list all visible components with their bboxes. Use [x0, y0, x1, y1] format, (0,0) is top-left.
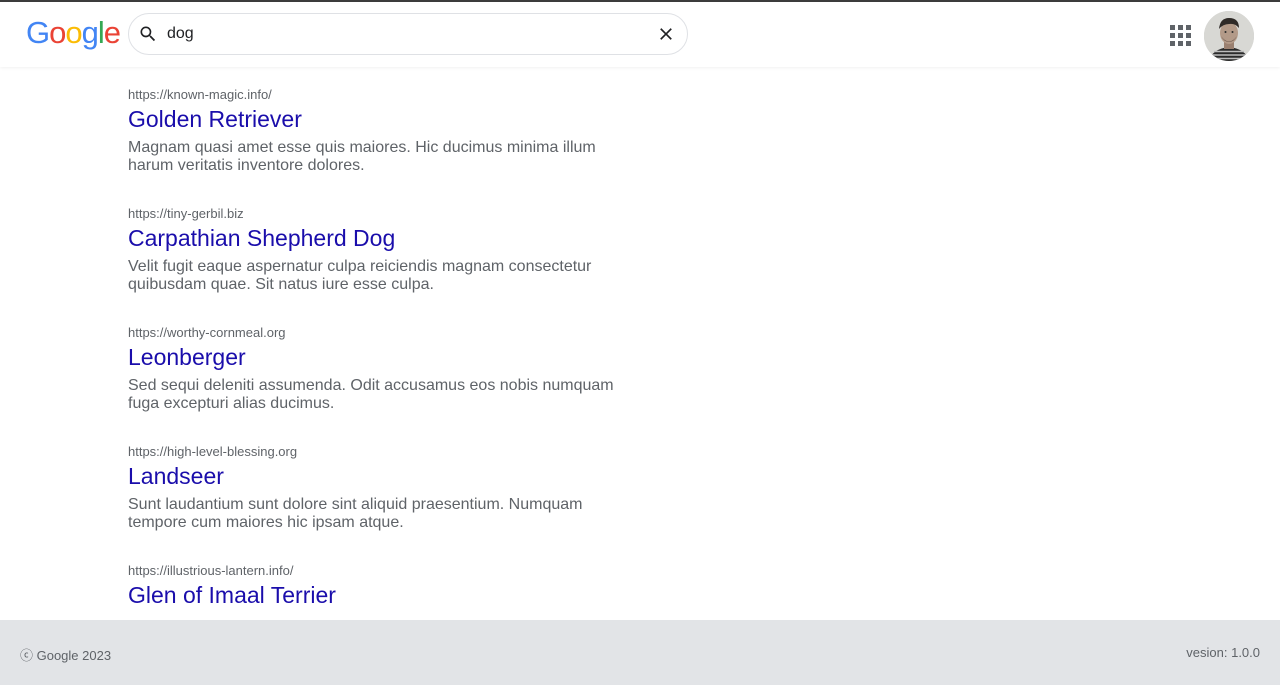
logo-letter: g: [81, 15, 99, 50]
result-snippet: Magnam quasi amet esse quis maiores. Hic…: [128, 139, 596, 174]
result-url[interactable]: https://illustrious-lantern.info/: [128, 563, 293, 579]
search-input[interactable]: [167, 22, 637, 46]
result-title-link[interactable]: Glen of Imaal Terrier: [128, 581, 336, 609]
result-title-link[interactable]: Carpathian Shepherd Dog: [128, 224, 395, 252]
result-snippet: Sunt laudantium sunt dolore sint aliquid…: [128, 496, 583, 531]
footer: ⓒ Google 2023 vesion: 1.0.0: [0, 620, 1280, 685]
result-snippet: Sed sequi deleniti assumenda. Odit accus…: [128, 377, 614, 412]
result-url[interactable]: https://tiny-gerbil.biz: [128, 206, 244, 222]
user-avatar-icon: [1204, 11, 1254, 61]
result-url[interactable]: https://known-magic.info/: [128, 87, 272, 103]
logo-letter: G: [26, 15, 50, 50]
result-title-link[interactable]: Landseer: [128, 462, 224, 490]
header: Google: [0, 2, 1280, 67]
footer-version: vesion: 1.0.0: [1186, 645, 1260, 660]
logo-letter: o: [49, 15, 66, 50]
result-snippet: Velit fugit eaque aspernatur culpa reici…: [128, 258, 592, 293]
result-title-link[interactable]: Leonberger: [128, 343, 246, 371]
result-url[interactable]: https://high-level-blessing.org: [128, 444, 297, 460]
search-icon[interactable]: [138, 24, 158, 44]
logo-letter: e: [103, 15, 121, 50]
close-icon[interactable]: [656, 24, 676, 44]
footer-copyright: ⓒ Google 2023: [20, 648, 112, 663]
google-logo[interactable]: Google: [26, 13, 121, 53]
apps-grid-icon[interactable]: [1170, 25, 1191, 46]
search-box[interactable]: [128, 13, 688, 55]
result-url[interactable]: https://worthy-cornmeal.org: [128, 325, 286, 341]
logo-letter: o: [65, 15, 82, 50]
result-title-link[interactable]: Golden Retriever: [128, 105, 302, 133]
avatar[interactable]: [1204, 11, 1254, 61]
